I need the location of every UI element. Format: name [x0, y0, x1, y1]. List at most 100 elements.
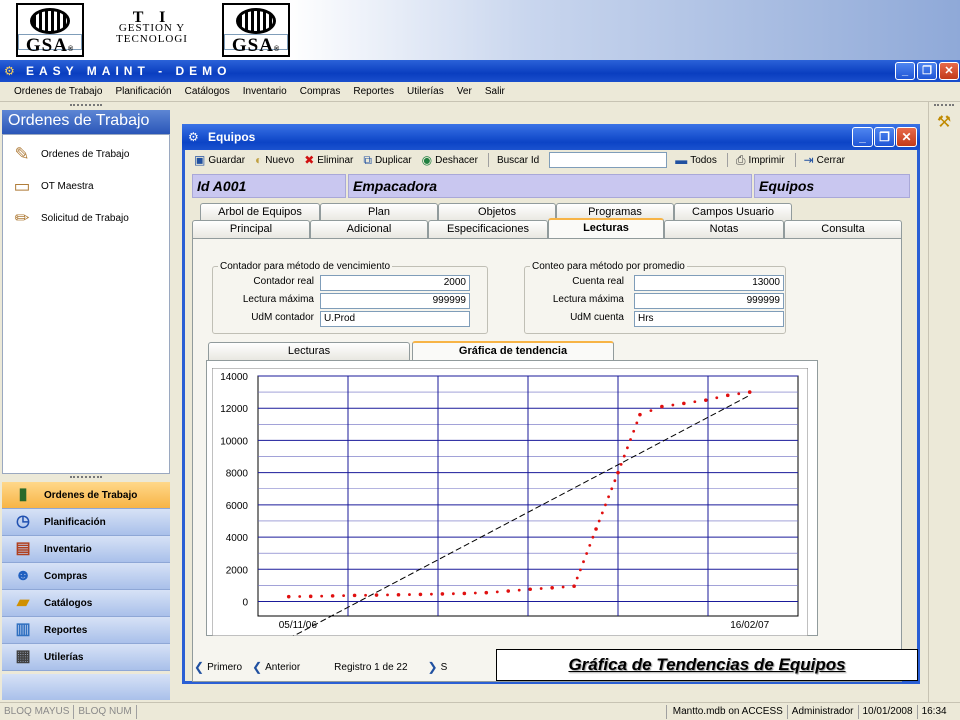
equipment-id-field: Id A001	[192, 174, 346, 198]
series-dot	[607, 495, 610, 499]
series-dot	[619, 462, 623, 466]
data-point	[638, 412, 642, 417]
sidebar-item-ordenes[interactable]: ✎ Ordenes de Trabajo	[3, 135, 169, 167]
menu-planificacion[interactable]: Planificación	[115, 86, 171, 97]
child-minimize-button[interactable]: _	[852, 127, 873, 147]
data-point	[572, 584, 576, 589]
imprimir-button[interactable]: ⎙ Imprimir	[736, 153, 785, 168]
series-dot	[430, 592, 433, 596]
data-point	[286, 594, 291, 599]
data-point	[528, 587, 532, 592]
tab-adicional[interactable]: Adicional	[310, 220, 428, 239]
save-icon: ▣	[194, 153, 206, 167]
lectura-maxima-2-field[interactable]: 999999	[634, 293, 784, 309]
siguiente-button[interactable]: ❯ S	[428, 660, 448, 674]
tab-especificaciones[interactable]: Especificaciones	[428, 220, 548, 239]
nav-reportes[interactable]: ▥ Reportes	[2, 617, 170, 644]
eliminar-button[interactable]: ✖ Eliminar	[304, 153, 353, 167]
tab-lecturas[interactable]: Lecturas	[548, 218, 664, 239]
menu-inventario[interactable]: Inventario	[243, 86, 287, 97]
app-restore-button[interactable]: ❐	[917, 62, 937, 80]
menu-reportes[interactable]: Reportes	[353, 86, 394, 97]
cerrar-button[interactable]: ⇥ Cerrar	[804, 153, 845, 167]
lectura-maxima-field[interactable]: 999999	[320, 293, 470, 309]
cuenta-real-label: Cuenta real	[572, 276, 624, 287]
status-spacer	[137, 704, 667, 719]
primero-button[interactable]: ❮ Primero	[194, 660, 242, 674]
shelf-icon: ▤	[15, 540, 31, 557]
series-dot	[626, 446, 629, 450]
folder-icon: ▰	[16, 594, 30, 611]
menu-compras[interactable]: Compras	[300, 86, 341, 97]
search-id-input[interactable]	[549, 152, 668, 168]
equipment-name-field: Empacadora	[348, 174, 752, 198]
server-icon: ▦	[15, 648, 31, 665]
sidebar-item-solicitud[interactable]: ✏ Solicitud de Trabajo	[3, 199, 169, 231]
app-minimize-button[interactable]: _	[895, 62, 915, 80]
data-point	[352, 593, 357, 598]
chevron-right-icon: ❯	[427, 660, 438, 674]
status-bar: BLOQ MAYUS BLOQ NUM Mantto.mdb on ACCESS…	[0, 702, 960, 720]
toolbar-separator	[794, 153, 796, 167]
series-dot	[737, 392, 741, 396]
series-dot	[561, 585, 565, 589]
tab-principal[interactable]: Principal	[192, 220, 310, 239]
menu-ver[interactable]: Ver	[457, 86, 472, 97]
data-point	[704, 398, 708, 402]
undo-icon: ◉	[421, 153, 433, 167]
clock-icon: ◷	[16, 513, 30, 530]
series-dot	[622, 454, 626, 458]
cuenta-real-field[interactable]: 13000	[634, 275, 784, 291]
deshacer-button[interactable]: ◉ Deshacer	[422, 153, 478, 167]
series-dot	[582, 560, 585, 564]
anterior-button[interactable]: ❮ Anterior	[252, 660, 300, 674]
subtab-lecturas[interactable]: Lecturas	[208, 342, 410, 361]
nav-compras[interactable]: ☻ Compras	[2, 563, 170, 590]
series-dot	[588, 543, 592, 547]
menu-utilerias[interactable]: Utilerías	[407, 86, 444, 97]
tab-consulta[interactable]: Consulta	[784, 220, 902, 239]
menu-bar: Ordenes de Trabajo Planificación Catálog…	[0, 82, 960, 102]
sidebar-item-ot-maestra[interactable]: ▭ OT Maestra	[3, 167, 169, 199]
child-maximize-button[interactable]: ❐	[874, 127, 895, 147]
y-tick-label: 12000	[220, 404, 248, 415]
exit-icon: ⇥	[803, 153, 814, 167]
data-point	[660, 404, 664, 409]
menu-catalogos[interactable]: Catálogos	[185, 86, 230, 97]
panel-grip-2[interactable]	[70, 476, 102, 479]
series-dot	[408, 593, 411, 596]
contador-real-field[interactable]: 2000	[320, 275, 470, 291]
nav-ordenes[interactable]: ▮ Ordenes de Trabajo	[2, 482, 170, 509]
status-caps: BLOQ MAYUS	[0, 704, 75, 719]
menu-salir[interactable]: Salir	[485, 86, 505, 97]
data-point	[418, 592, 423, 597]
child-close-button[interactable]: ✕	[896, 127, 917, 147]
duplicar-button[interactable]: ⧉ Duplicar	[363, 153, 411, 168]
data-point	[682, 401, 686, 406]
nuevo-button[interactable]: ◐ Nuevo	[255, 153, 294, 167]
chevron-left-icon: ❮	[252, 660, 263, 674]
udm-cuenta-field[interactable]: Hrs	[634, 311, 784, 327]
todos-button[interactable]: ▬ Todos	[675, 153, 717, 167]
nav-utilerias[interactable]: ▦ Utilerías	[2, 644, 170, 671]
right-toolbar-grip[interactable]	[934, 104, 954, 107]
tab-notas[interactable]: Notas	[664, 220, 784, 239]
series-dot	[578, 568, 582, 572]
nav-planificacion[interactable]: ◷ Planificación	[2, 509, 170, 536]
panel-grip[interactable]	[70, 104, 102, 107]
guardar-button[interactable]: ▣ Guardar	[194, 153, 245, 167]
data-point	[725, 393, 730, 398]
wrench-icon[interactable]: ⚒	[934, 112, 954, 132]
data-point	[374, 593, 379, 597]
nav-catalogos[interactable]: ▰ Catálogos	[2, 590, 170, 617]
subtab-grafica[interactable]: Gráfica de tendencia	[412, 341, 614, 362]
toolbar-separator	[726, 153, 728, 167]
y-tick-label: 2000	[226, 565, 249, 576]
app-close-button[interactable]: ✕	[939, 62, 959, 80]
series-dot	[604, 503, 607, 507]
nav-inventario[interactable]: ▤ Inventario	[2, 536, 170, 563]
status-user: Administrador	[788, 704, 859, 719]
udm-contador-field[interactable]: U.Prod	[320, 311, 470, 327]
menu-ordenes[interactable]: Ordenes de Trabajo	[14, 86, 102, 97]
list-icon: ▬	[675, 153, 688, 167]
